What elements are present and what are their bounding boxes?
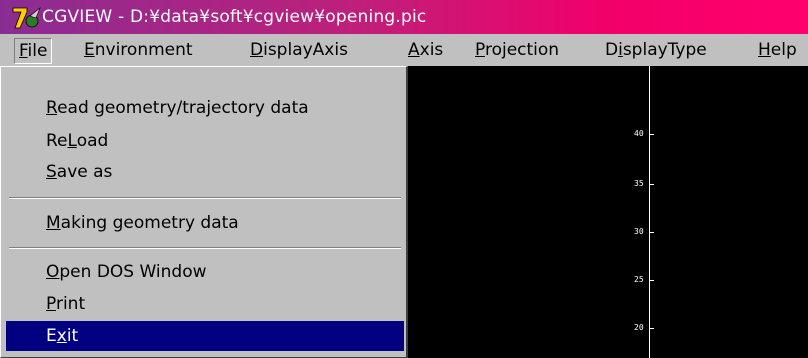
menu-item-reload[interactable]: ReLoad [6,126,404,156]
menu-help-mnemonic: H [758,40,771,60]
menu-projection-label: rojection [484,40,560,60]
menu-axis-label: xis [419,40,444,60]
axis-tick [650,184,654,185]
menu-help-label: elp [770,40,797,60]
menu-item-label: it [66,326,79,346]
menu-displayaxis-label: isplayAxis [263,40,348,60]
menu-item-exit[interactable]: Exit [6,321,404,351]
axis-tick-label: 35 [634,179,644,188]
menu-axis[interactable]: Axis [403,38,448,62]
menu-help[interactable]: Help [753,38,802,62]
menu-file-mnemonic: F [19,41,28,61]
menu-projection[interactable]: Projection [470,38,564,62]
graphics-canvas[interactable]: 40 35 30 25 20 [408,66,808,358]
menu-item-mnemonic: M [46,213,61,233]
menu-item-open-dos-window[interactable]: Open DOS Window [6,257,404,287]
axis-tick-label: 30 [634,227,644,236]
app-window: CGVIEW - D:¥data¥soft¥cgview¥opening.pic… [0,0,808,358]
menu-projection-mnemonic: P [475,40,485,60]
menu-item-prefix: Re [46,131,68,151]
axis-tick [650,232,654,233]
menu-item-mnemonic: L [67,131,77,151]
menu-item-label: ead geometry/trajectory data [57,98,309,118]
menu-displaytype-prefix: D [605,40,619,60]
title-bar[interactable]: CGVIEW - D:¥data¥soft¥cgview¥opening.pic [0,0,808,34]
axis-tick-label: 40 [634,129,644,138]
menu-environment-mnemonic: E [84,40,95,60]
menu-displaytype[interactable]: DisplayType [600,38,712,62]
menu-item-mnemonic: R [46,98,58,118]
menu-item-label: ave as [56,162,113,182]
menu-displaytype-label: splayType [622,40,707,60]
app-icon[interactable] [12,6,42,30]
menu-item-prefix: E [46,326,57,346]
menu-environment[interactable]: Environment [79,38,198,62]
menu-item-label: rint [55,294,86,314]
menu-item-mnemonic: P [46,294,56,314]
menu-item-mnemonic: O [46,262,60,282]
menu-file-label: ile [27,41,48,61]
axis-tick-label: 20 [634,323,644,332]
axis-tick [650,134,654,135]
menu-displayaxis[interactable]: DisplayAxis [245,38,353,62]
axis-line [649,66,650,358]
menu-axis-mnemonic: A [408,40,420,60]
menu-file[interactable]: File [14,38,53,64]
menu-item-label: oad [76,131,109,151]
menu-separator [9,197,401,199]
menu-item-mnemonic: x [56,326,67,346]
menu-item-print[interactable]: Print [6,289,404,319]
menu-bar: File Environment DisplayAxis Axis Projec… [0,34,808,67]
menu-item-read-geometry[interactable]: Read geometry/trajectory data [6,93,404,123]
axis-tick [650,328,654,329]
menu-item-making-geometry[interactable]: Making geometry data [6,208,404,238]
menu-item-save-as[interactable]: Save as [6,157,404,187]
window-title: CGVIEW - D:¥data¥soft¥cgview¥opening.pic [42,7,427,27]
menu-item-label: aking geometry data [60,213,239,233]
file-menu-dropdown: Read geometry/trajectory data ReLoad Sav… [0,66,408,358]
axis-tick-label: 25 [634,275,644,284]
menu-item-mnemonic: S [46,162,57,182]
menu-item-label: pen DOS Window [59,262,207,282]
menu-displayaxis-mnemonic: D [250,40,264,60]
menu-separator [9,247,401,249]
menu-environment-label: nvironment [94,40,193,60]
axis-tick [650,280,654,281]
